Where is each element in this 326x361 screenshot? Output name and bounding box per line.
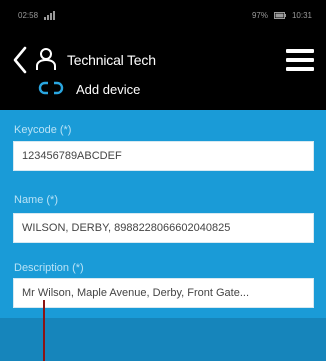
app-header: Technical Tech Add device	[0, 30, 326, 110]
user-icon	[36, 48, 56, 70]
back-chevron-icon[interactable]	[10, 45, 30, 75]
add-device-screen: 02:58 97% 10:31 Technical Tech Add devic…	[0, 0, 326, 361]
description-field[interactable]: Mr Wilson, Maple Avenue, Derby, Front Ga…	[13, 278, 314, 308]
battery-icon	[273, 11, 286, 19]
device-form: Keycode (*) 123456789ABCDEF Name (*) WIL…	[0, 110, 326, 318]
pointer-line	[43, 300, 45, 361]
technician-name: Technical Tech	[67, 52, 156, 68]
add-device-title: Add device	[76, 82, 141, 97]
hamburger-menu-icon[interactable]	[286, 49, 314, 71]
status-left-text: 02:58	[18, 10, 39, 20]
status-bar: 02:58 97% 10:31	[0, 0, 326, 30]
signal-icon	[44, 10, 56, 20]
name-label: Name (*)	[14, 194, 59, 206]
link-icon	[38, 81, 64, 95]
keycode-field[interactable]: 123456789ABCDEF	[13, 141, 314, 171]
status-time: 10:31	[291, 10, 312, 20]
keycode-label: Keycode (*)	[14, 124, 72, 136]
name-field[interactable]: WILSON, DERBY, 8988228066602040825	[13, 213, 314, 243]
battery-percent: 97%	[251, 10, 268, 20]
footer-band	[0, 318, 326, 361]
description-label: Description (*)	[14, 262, 84, 274]
